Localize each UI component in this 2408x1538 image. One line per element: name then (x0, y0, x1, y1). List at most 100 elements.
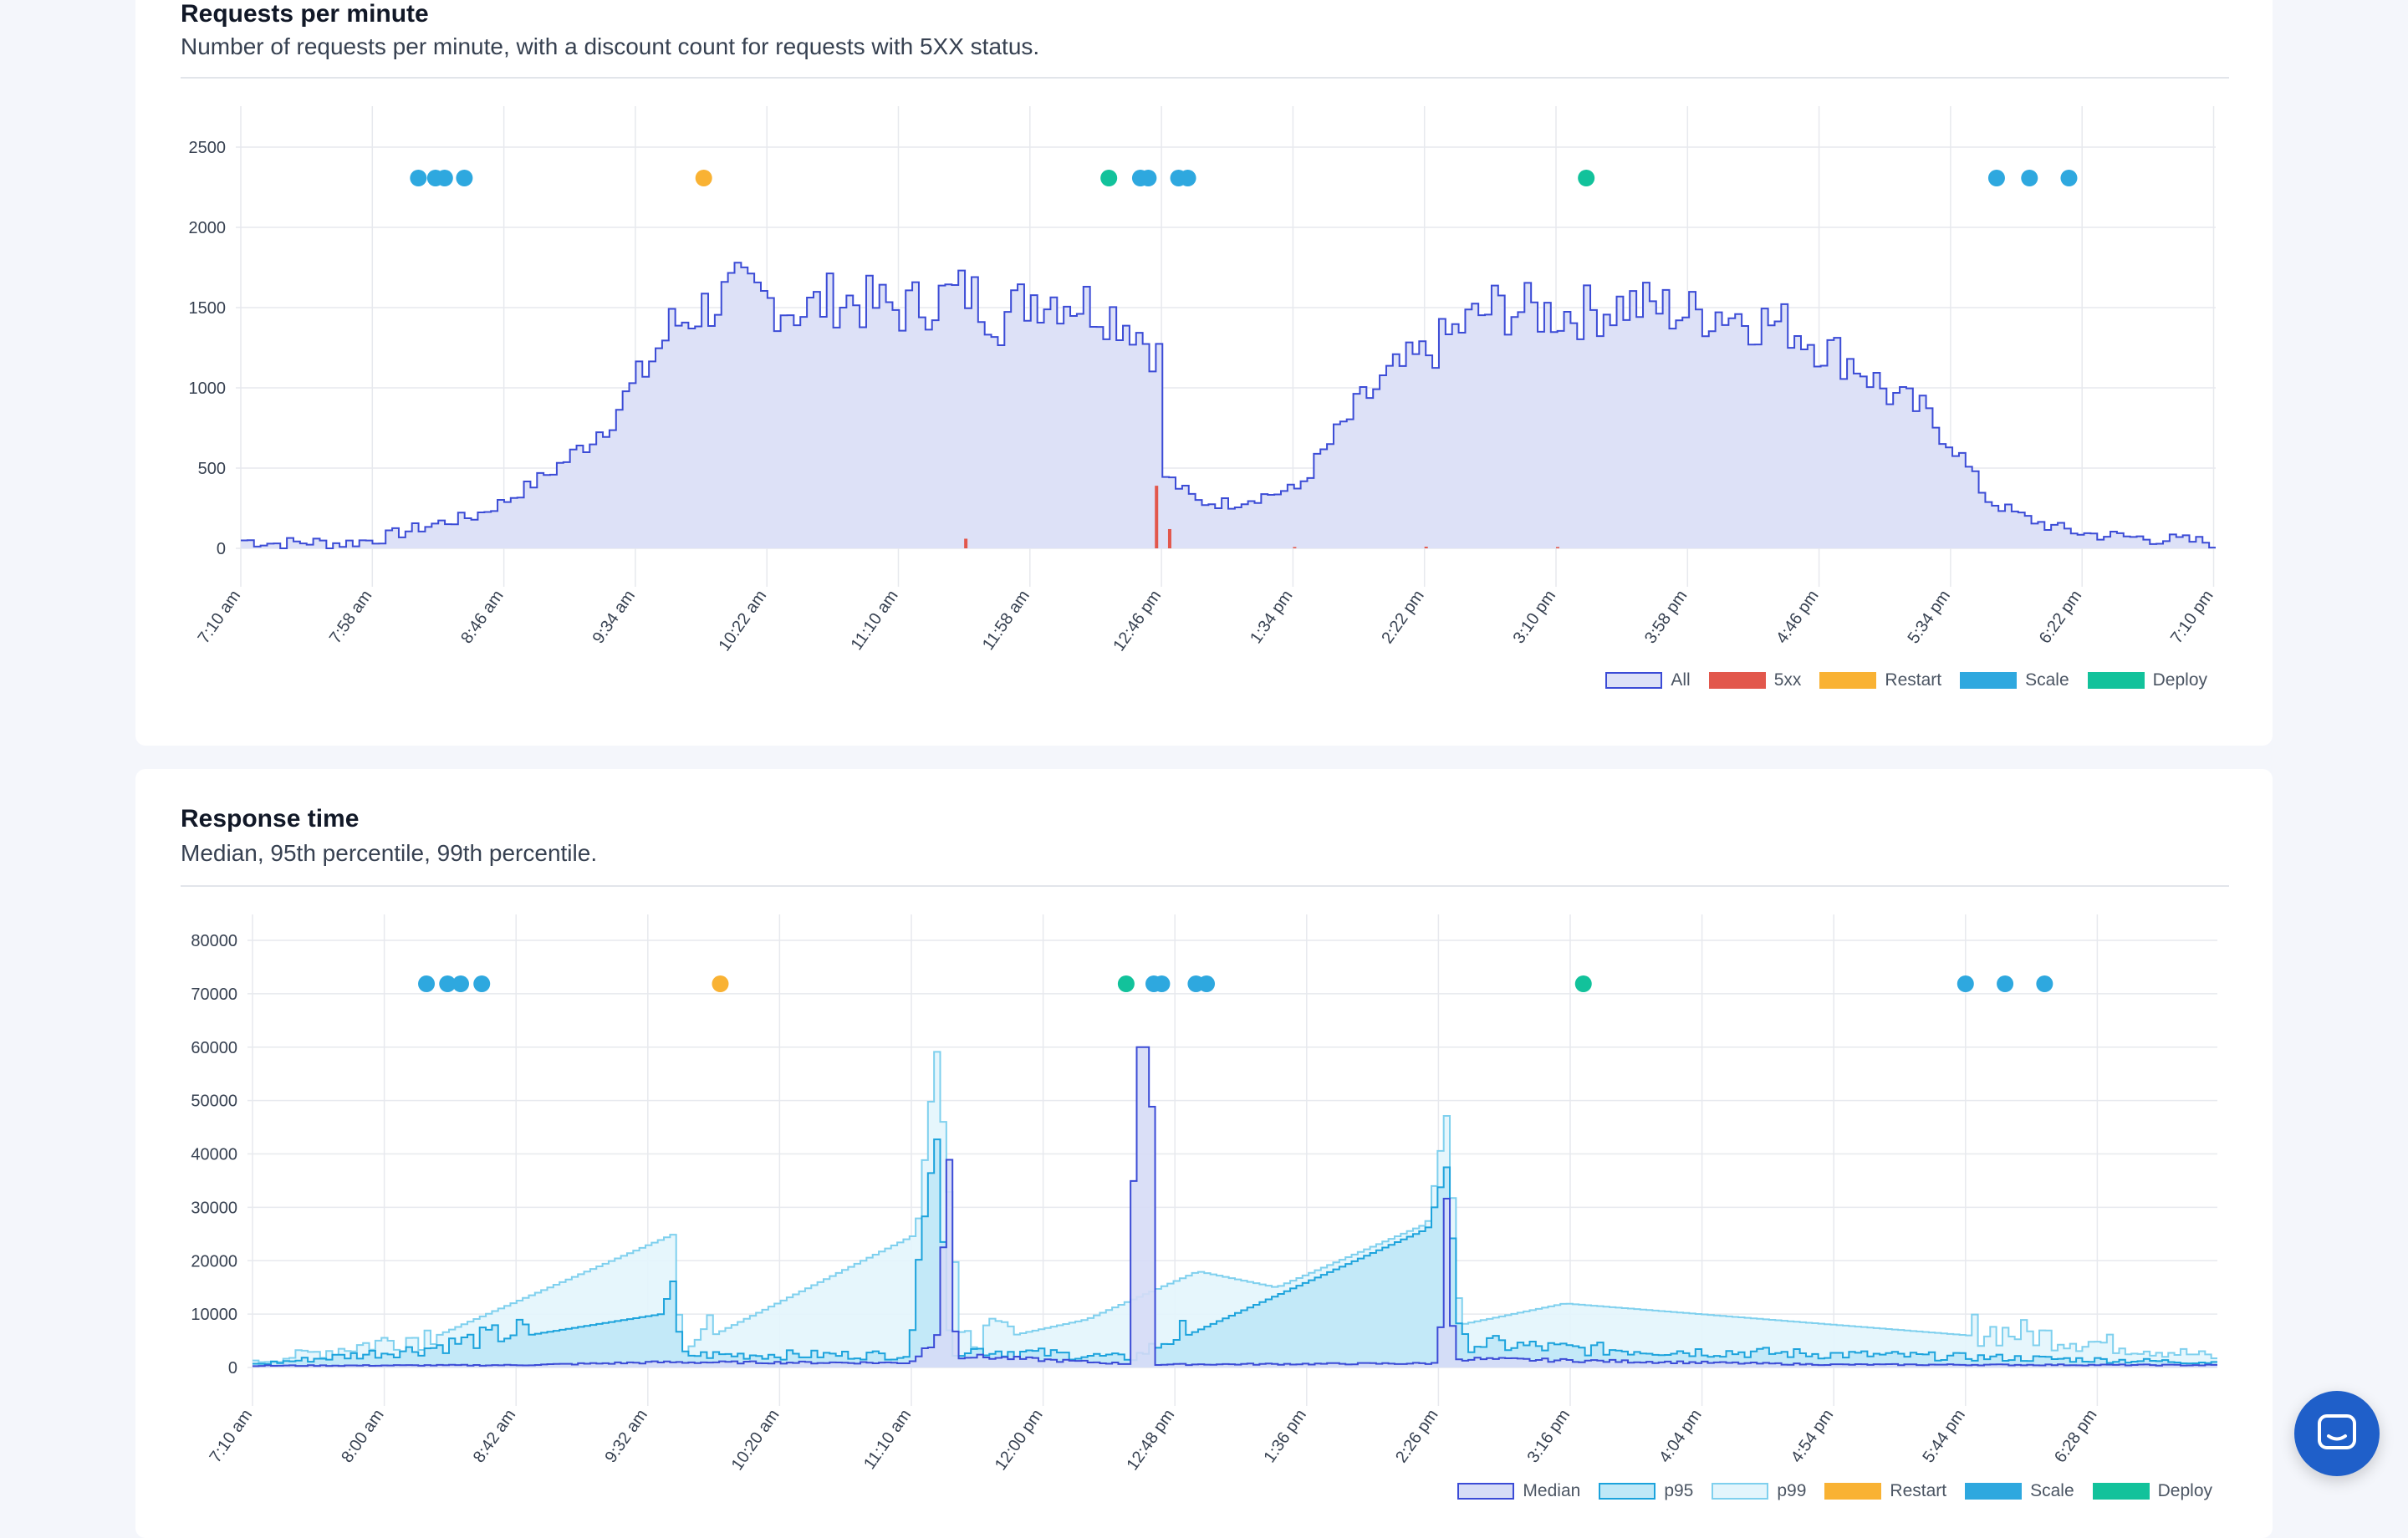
y-tick-label: 10000 (191, 1306, 237, 1324)
5xx-bar (1155, 486, 1159, 548)
x-tick-label: 7:10 am (195, 587, 244, 647)
x-tick-label: 7:10 pm (2167, 587, 2217, 647)
chart-legend: Median p95 p99 Restart Scale Deploy (1439, 1481, 2212, 1501)
x-tick-label: 12:00 pm (992, 1406, 1047, 1474)
y-tick-label: 500 (198, 460, 226, 478)
y-tick-label: 30000 (191, 1199, 237, 1217)
event-marker-scale (410, 170, 427, 186)
legend-swatch (1819, 672, 1877, 689)
x-tick-label: 1:36 pm (1260, 1406, 1309, 1466)
x-tick-label: 5:44 pm (1919, 1406, 1968, 1466)
event-marker-deploy (1117, 975, 1135, 992)
x-tick-label: 4:46 pm (1773, 587, 1822, 647)
y-tick-label: 70000 (191, 985, 237, 1004)
event-marker-deploy (1578, 170, 1595, 186)
y-tick-label: 2000 (189, 219, 227, 237)
event-marker-scale (2021, 170, 2038, 186)
x-tick-label: 1:34 pm (1247, 587, 1296, 647)
legend-item-scale[interactable]: Scale (1965, 1481, 2074, 1501)
x-tick-label: 2:26 pm (1392, 1406, 1441, 1466)
event-marker-scale (1198, 975, 1216, 992)
legend-label: Scale (2030, 1481, 2074, 1500)
legend-swatch (2092, 1483, 2150, 1500)
legend-item-p95[interactable]: p95 (1599, 1481, 1693, 1501)
legend-item-p99[interactable]: p99 (1712, 1481, 1806, 1501)
y-tick-label: 0 (228, 1359, 237, 1378)
legend-label: Deploy (2152, 670, 2207, 690)
response-time-chart-card: Response time Median, 95th percentile, 9… (135, 769, 2273, 1538)
5xx-bar (1424, 547, 1428, 548)
5xx-bar (1556, 547, 1559, 548)
legend-label: Median (1523, 1481, 1581, 1500)
legend-item-deploy[interactable]: Deploy (2092, 1481, 2212, 1501)
legend-label: Restart (1890, 1481, 1947, 1500)
legend-label: 5xx (1773, 670, 1802, 690)
y-tick-label: 60000 (191, 1039, 237, 1057)
event-marker-scale (456, 170, 473, 186)
x-tick-label: 3:10 pm (1510, 587, 1559, 647)
chart-grid: 0 10000 20000 30000 40000 50000 60000 70000 8000… (191, 914, 2217, 1474)
chart-grid: 0 500 1000 1500 2000 2500 7:10 am 7:58 am 8:46 a… (189, 106, 2217, 654)
x-tick-label: 7:10 am (207, 1406, 256, 1466)
event-marker-scale (1153, 975, 1171, 992)
x-tick-label: 10:22 am (715, 587, 770, 654)
response-time-chart: 0 10000 20000 30000 40000 50000 60000 70000 8000… (191, 914, 2217, 1474)
x-tick-label: 10:20 am (728, 1406, 783, 1474)
legend-label: Scale (2025, 670, 2069, 690)
legend-swatch (1712, 1483, 1769, 1500)
legend-item-restart[interactable]: Restart (1824, 1481, 1946, 1501)
legend-item-scale[interactable]: Scale (1960, 670, 2069, 690)
event-marker-scale (452, 975, 470, 992)
event-marker-scale (1987, 170, 2005, 186)
legend-swatch (2087, 672, 2145, 689)
x-tick-label: 2:22 pm (1378, 587, 1427, 647)
event-marker-scale (2036, 975, 2053, 992)
legend-item-median[interactable]: Median (1457, 1481, 1580, 1501)
legend-item-err[interactable]: 5xx (1708, 670, 1802, 690)
legend-item-deploy[interactable]: Deploy (2087, 670, 2207, 690)
legend-label: Restart (1885, 670, 1942, 690)
event-marker-scale (473, 975, 491, 992)
event-marker-scale (436, 170, 453, 186)
x-tick-label: 8:42 am (470, 1406, 519, 1466)
x-tick-label: 4:04 pm (1656, 1406, 1705, 1466)
requests-chart: 0 500 1000 1500 2000 2500 7:10 am 7:58 am 8:46 a… (189, 106, 2217, 654)
event-marker-scale (1997, 975, 2014, 992)
x-tick-label: 11:58 am (979, 587, 1033, 654)
legend-item-restart[interactable]: Restart (1819, 670, 1941, 690)
x-tick-label: 12:48 pm (1123, 1406, 1178, 1474)
legend-swatch (1457, 1483, 1515, 1500)
y-tick-label: 1000 (189, 379, 227, 398)
event-marker-deploy (1574, 975, 1592, 992)
x-tick-label: 9:32 am (601, 1406, 650, 1466)
legend-item-all[interactable]: All (1605, 670, 1691, 690)
x-tick-label: 4:54 pm (1788, 1406, 1837, 1466)
legend-swatch (1965, 1483, 2023, 1500)
x-tick-label: 6:28 pm (2051, 1406, 2100, 1466)
x-tick-label: 7:58 am (326, 587, 375, 647)
event-marker-scale (1140, 170, 1157, 186)
x-tick-label: 12:46 pm (1110, 587, 1165, 654)
x-tick-label: 8:00 am (338, 1406, 387, 1466)
legend-label: All (1671, 670, 1691, 690)
event-marker-scale (1179, 170, 1196, 186)
5xx-bar (964, 538, 968, 548)
5xx-bar (1167, 528, 1171, 548)
x-tick-label: 3:16 pm (1524, 1406, 1574, 1466)
requests-chart-card: Requests per minute Number of requests p… (135, 0, 2273, 746)
chat-icon (2318, 1414, 2356, 1449)
help-chat-button[interactable] (2294, 1391, 2380, 1476)
legend-swatch (1708, 672, 1766, 689)
event-marker-scale (2060, 170, 2078, 186)
x-tick-label: 6:22 pm (2036, 587, 2085, 647)
x-tick-label: 8:46 am (457, 587, 507, 647)
y-tick-label: 0 (217, 540, 226, 558)
legend-label: Deploy (2157, 1481, 2212, 1500)
chart-legend: All 5xx Restart Scale Deploy (1587, 670, 2207, 690)
legend-swatch (1599, 1483, 1656, 1500)
x-tick-label: 11:10 am (860, 1406, 915, 1473)
y-tick-label: 2500 (189, 139, 227, 157)
legend-swatch (1605, 672, 1663, 689)
y-tick-label: 20000 (191, 1252, 237, 1271)
y-tick-label: 1500 (189, 299, 227, 318)
